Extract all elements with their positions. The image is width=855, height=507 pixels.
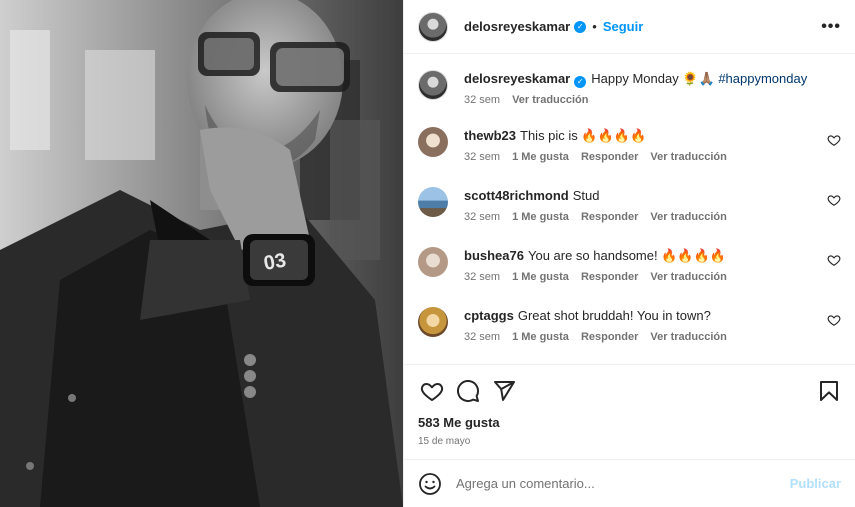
comment-like-heart-icon[interactable] — [827, 133, 841, 147]
author-avatar[interactable] — [418, 11, 448, 42]
post-details-panel: delosreyeskamar ✓ • Seguir ••• delosreye… — [403, 0, 855, 507]
commenter-avatar[interactable] — [418, 247, 448, 277]
caption-age[interactable]: 32 sem — [464, 94, 500, 106]
action-icons-row — [404, 365, 855, 405]
post-header: delosreyeskamar ✓ • Seguir ••• — [404, 0, 855, 54]
comment-icon[interactable] — [456, 379, 480, 403]
comment-body: bushea76 You are so handsome! 🔥🔥🔥🔥 32 sem… — [464, 247, 841, 283]
caption-meta: 32 sem Ver traducción — [464, 94, 841, 106]
comment-meta: 32 sem 1 Me gusta Responder Ver traducci… — [464, 271, 841, 283]
caption-line: delosreyeskamar ✓ Happy Monday 🌻🙏🏽 #happym… — [464, 70, 841, 88]
comment-age[interactable]: 32 sem — [464, 151, 500, 163]
more-options-icon[interactable]: ••• — [821, 18, 841, 36]
hashtag-link[interactable]: #happymonday — [718, 71, 807, 86]
caption-username[interactable]: delosreyeskamar — [464, 71, 570, 86]
translate-link[interactable]: Ver traducción — [650, 331, 726, 343]
author-username[interactable]: delosreyeskamar — [464, 19, 570, 34]
comment-meta: 32 sem 1 Me gusta Responder Ver traducci… — [464, 211, 841, 223]
comment-text: This pic is 🔥🔥🔥🔥 — [520, 128, 647, 143]
comment-username[interactable]: cptaggs — [464, 308, 514, 323]
commenter-avatar[interactable] — [418, 127, 448, 157]
verified-badge-icon: ✓ — [574, 76, 587, 88]
comment-likes[interactable]: 1 Me gusta — [512, 211, 569, 223]
verified-badge-icon: ✓ — [574, 20, 587, 33]
author-avatar[interactable] — [418, 70, 448, 100]
reply-button[interactable]: Responder — [581, 331, 638, 343]
comment-line: bushea76 You are so handsome! 🔥🔥🔥🔥 — [464, 247, 841, 265]
comment-likes[interactable]: 1 Me gusta — [512, 151, 569, 163]
reply-button[interactable]: Responder — [581, 211, 638, 223]
comment-body: scott48richmond Stud 32 sem 1 Me gusta Re… — [464, 187, 841, 223]
post-date[interactable]: 15 de mayo — [404, 430, 855, 447]
comment-body: cptaggs Great shot bruddah! You in town? … — [464, 307, 841, 343]
comment-text: You are so handsome! 🔥🔥🔥🔥 — [527, 248, 726, 263]
comment-like-heart-icon[interactable] — [827, 253, 841, 267]
heart-icon[interactable] — [420, 379, 444, 403]
bookmark-icon[interactable] — [817, 379, 841, 403]
translate-link[interactable]: Ver traducción — [650, 211, 726, 223]
follow-button[interactable]: Seguir — [603, 19, 643, 34]
comment-like-heart-icon[interactable] — [827, 313, 841, 327]
svg-text:03: 03 — [262, 249, 288, 275]
post-actions: 583 Me gusta 15 de mayo — [404, 364, 855, 459]
comment-input[interactable] — [456, 476, 790, 491]
comment-line: thewb23 This pic is 🔥🔥🔥🔥 — [464, 127, 841, 145]
comment-text: Stud — [572, 188, 600, 203]
publish-button[interactable]: Publicar — [790, 476, 841, 491]
reply-button[interactable]: Responder — [581, 271, 638, 283]
comment-line: cptaggs Great shot bruddah! You in town? — [464, 307, 841, 325]
emoji-icon[interactable] — [418, 472, 442, 496]
commenter-avatar[interactable] — [418, 307, 448, 337]
separator-dot: • — [592, 19, 597, 34]
translate-link[interactable]: Ver traducción — [650, 151, 726, 163]
comment-likes[interactable]: 1 Me gusta — [512, 271, 569, 283]
translate-link[interactable]: Ver traducción — [650, 271, 726, 283]
reply-button[interactable]: Responder — [581, 151, 638, 163]
post-photo-image: 03 — [0, 0, 403, 507]
post-photo[interactable]: 03 — [0, 0, 403, 507]
caption-body: delosreyeskamar ✓ Happy Monday 🌻🙏🏽 #happym… — [464, 70, 841, 106]
comments-list[interactable]: delosreyeskamar ✓ Happy Monday 🌻🙏🏽 #happym… — [404, 54, 855, 364]
caption: delosreyeskamar ✓ Happy Monday 🌻🙏🏽 #happym… — [418, 70, 841, 106]
comment-age[interactable]: 32 sem — [464, 331, 500, 343]
comment-item: thewb23 This pic is 🔥🔥🔥🔥 32 sem 1 Me gust… — [418, 127, 841, 163]
comment-username[interactable]: thewb23 — [464, 128, 516, 143]
comment-item: scott48richmond Stud 32 sem 1 Me gusta Re… — [418, 187, 841, 223]
comment-age[interactable]: 32 sem — [464, 211, 500, 223]
comment-meta: 32 sem 1 Me gusta Responder Ver traducci… — [464, 151, 841, 163]
comment-composer: Publicar — [404, 459, 855, 507]
comment-text: Great shot bruddah! You in town? — [517, 308, 711, 323]
comment-item: cptaggs Great shot bruddah! You in town? … — [418, 307, 841, 343]
comment-username[interactable]: bushea76 — [464, 248, 524, 263]
comment-like-heart-icon[interactable] — [827, 193, 841, 207]
comment-username[interactable]: scott48richmond — [464, 188, 569, 203]
likes-count[interactable]: 583 Me gusta — [404, 405, 855, 430]
comment-line: scott48richmond Stud — [464, 187, 841, 205]
share-icon[interactable] — [492, 379, 516, 403]
caption-text: Happy Monday 🌻🙏🏽 — [591, 71, 715, 86]
comment-age[interactable]: 32 sem — [464, 271, 500, 283]
commenter-avatar[interactable] — [418, 187, 448, 217]
comment-meta: 32 sem 1 Me gusta Responder Ver traducci… — [464, 331, 841, 343]
comment-body: thewb23 This pic is 🔥🔥🔥🔥 32 sem 1 Me gust… — [464, 127, 841, 163]
comment-item: bushea76 You are so handsome! 🔥🔥🔥🔥 32 sem… — [418, 247, 841, 283]
comment-likes[interactable]: 1 Me gusta — [512, 331, 569, 343]
translate-link[interactable]: Ver traducción — [512, 94, 588, 106]
